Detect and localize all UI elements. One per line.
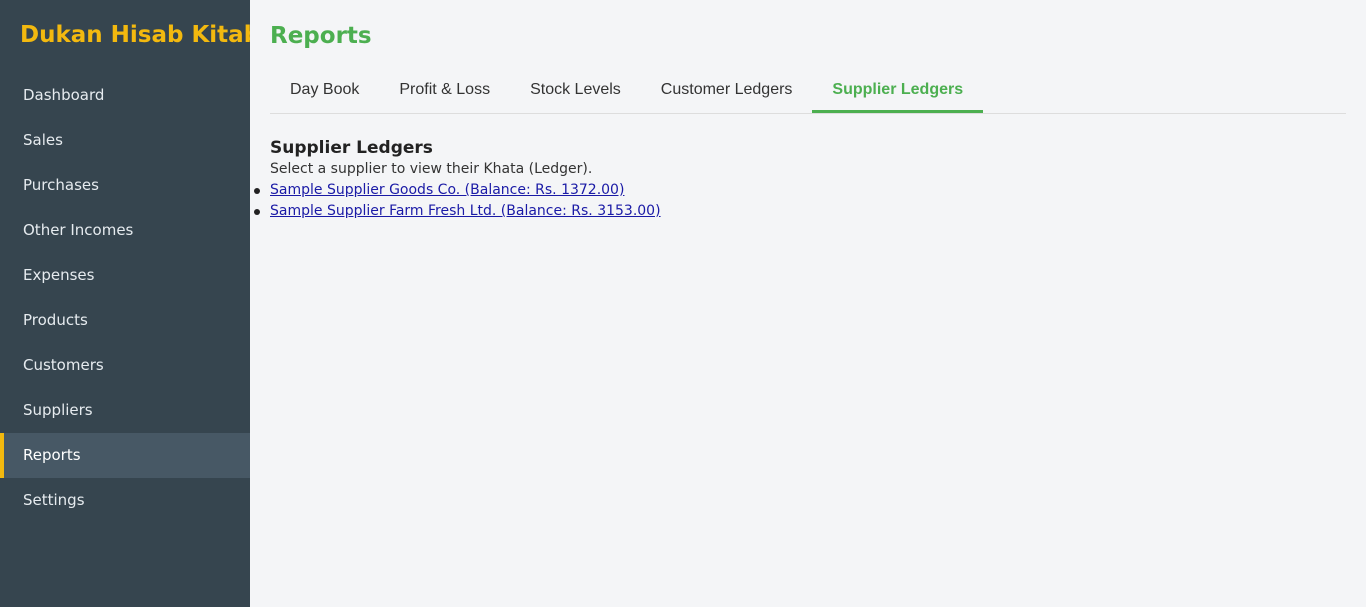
sidebar-item-customers[interactable]: Customers	[0, 343, 250, 388]
app-window: Dukan Hisab Kitab Dashboard Sales Purcha…	[0, 0, 1366, 607]
supplier-ledger-link[interactable]: Sample Supplier Farm Fresh Ltd. (Balance…	[270, 203, 661, 219]
sidebar: Dukan Hisab Kitab Dashboard Sales Purcha…	[0, 0, 260, 607]
supplier-list: Sample Supplier Goods Co. (Balance: Rs. …	[254, 180, 1346, 222]
supplier-ledgers-section: Supplier Ledgers Select a supplier to vi…	[254, 137, 1346, 222]
tab-customer-ledgers[interactable]: Customer Ledgers	[641, 68, 813, 113]
tab-profit-loss[interactable]: Profit & Loss	[379, 68, 510, 113]
brand-logo: Dukan Hisab Kitab	[20, 22, 261, 48]
sidebar-item-settings[interactable]: Settings	[0, 478, 250, 523]
sidebar-item-other-incomes[interactable]: Other Incomes	[0, 208, 250, 253]
report-tabs: Day Book Profit & Loss Stock Levels Cust…	[270, 68, 1346, 114]
page-title: Reports	[270, 23, 372, 49]
list-item: Sample Supplier Farm Fresh Ltd. (Balance…	[254, 201, 1346, 222]
main-content: Reports Day Book Profit & Loss Stock Lev…	[250, 0, 1366, 607]
tab-stock-levels[interactable]: Stock Levels	[510, 68, 641, 113]
section-title: Supplier Ledgers	[270, 138, 433, 158]
sidebar-item-reports[interactable]: Reports	[0, 433, 250, 478]
sidebar-item-expenses[interactable]: Expenses	[0, 253, 250, 298]
sidebar-item-sales[interactable]: Sales	[0, 118, 250, 163]
section-description: Select a supplier to view their Khata (L…	[270, 161, 593, 177]
sidebar-item-products[interactable]: Products	[0, 298, 250, 343]
list-item: Sample Supplier Goods Co. (Balance: Rs. …	[254, 180, 1346, 201]
sidebar-item-dashboard[interactable]: Dashboard	[0, 73, 250, 118]
sidebar-nav: Dashboard Sales Purchases Other Incomes …	[0, 73, 250, 523]
sidebar-item-suppliers[interactable]: Suppliers	[0, 388, 250, 433]
tab-supplier-ledgers[interactable]: Supplier Ledgers	[812, 68, 984, 113]
supplier-ledger-link[interactable]: Sample Supplier Goods Co. (Balance: Rs. …	[270, 182, 624, 198]
sidebar-item-purchases[interactable]: Purchases	[0, 163, 250, 208]
tab-day-book[interactable]: Day Book	[270, 68, 379, 113]
